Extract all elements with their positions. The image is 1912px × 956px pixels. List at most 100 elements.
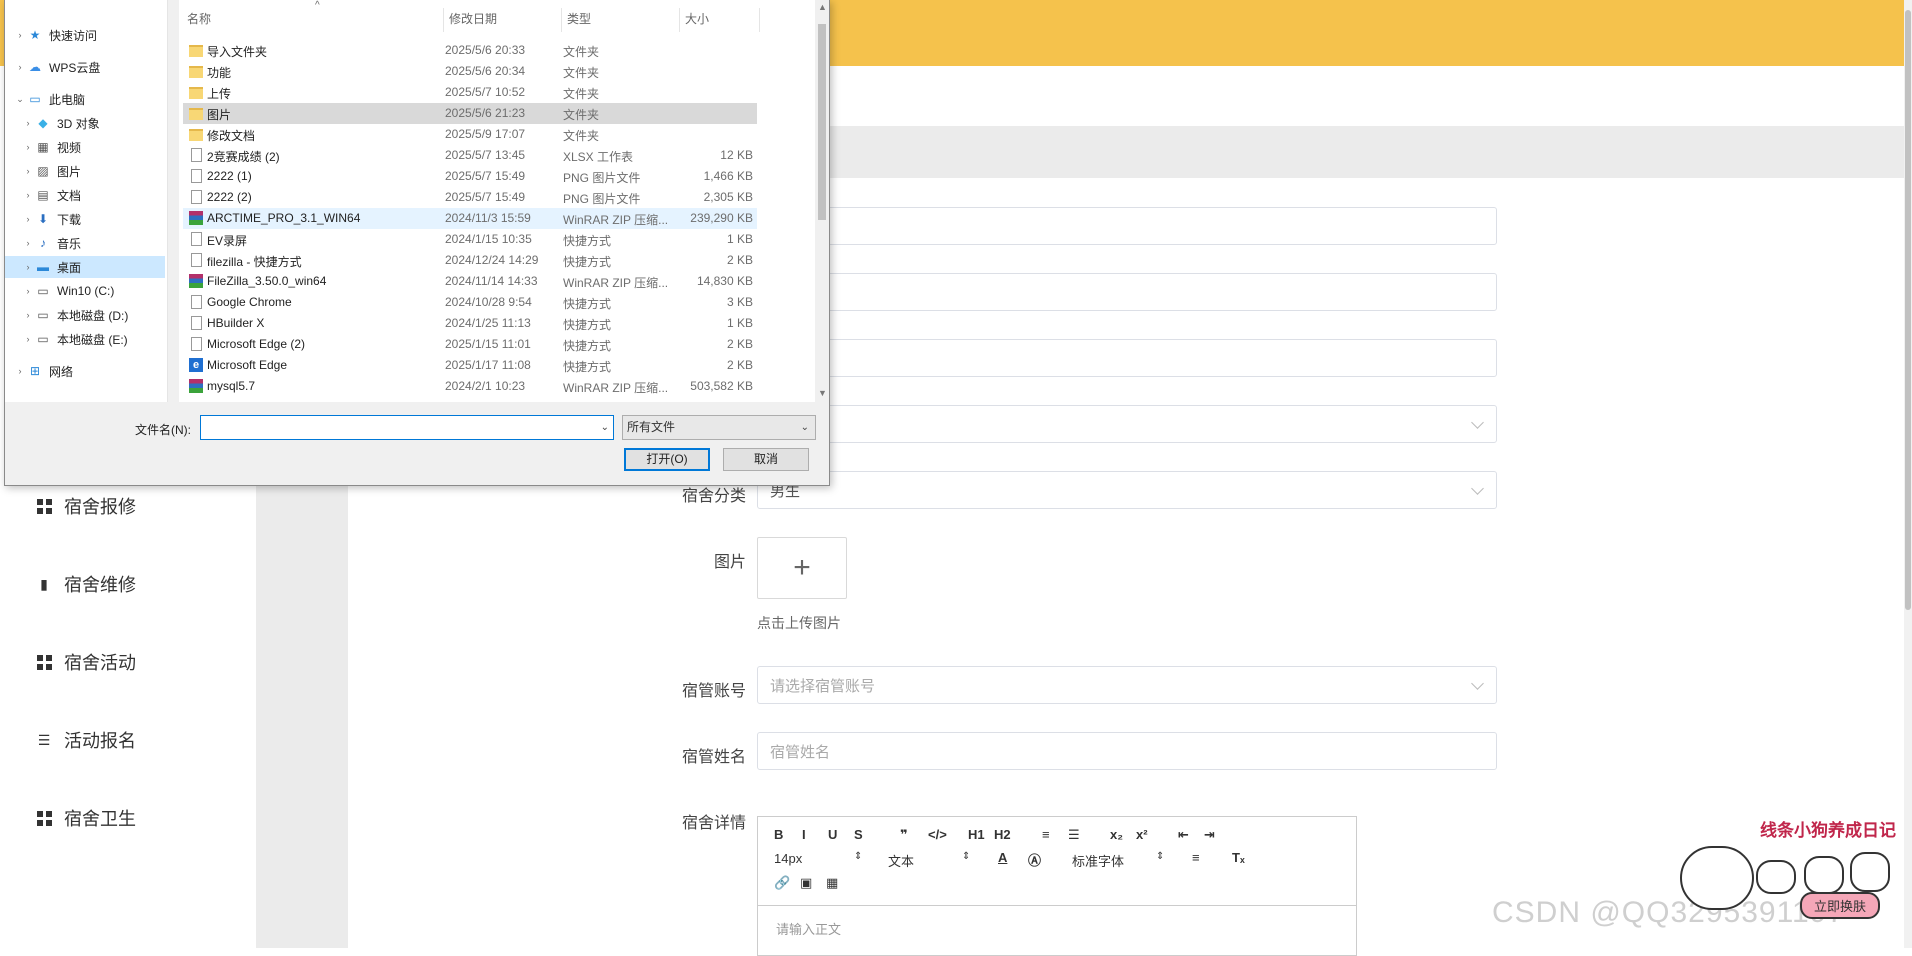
sidebar-item[interactable]: ☰ 活动报名 (36, 720, 136, 760)
file-row[interactable]: 修改文档 2025/5/9 17:07 文件夹 (183, 124, 757, 145)
form-field-3[interactable] (757, 339, 1497, 377)
subscript-icon[interactable]: x₂ (1110, 827, 1123, 842)
scroll-up-icon[interactable]: ▲ (818, 2, 827, 12)
file-row[interactable]: EV录屏 2024/1/15 10:35 快捷方式 1 KB (183, 229, 757, 250)
dorm-category-select[interactable]: 男生 (757, 471, 1497, 509)
file-row[interactable]: Google Chrome 2024/10/28 9:54 快捷方式 3 KB (183, 292, 757, 313)
form-field-1[interactable] (757, 207, 1497, 245)
editor-placeholder[interactable]: 请输入正文 (776, 919, 841, 938)
cancel-button[interactable]: 取消 (723, 448, 809, 471)
font-family-select[interactable]: 标准字体 (1072, 851, 1124, 870)
file-row[interactable]: 导入文件夹 2025/5/6 20:33 文件夹 (183, 40, 757, 61)
sidebar-item[interactable]: 宿舍活动 (36, 642, 136, 682)
chevron-right-icon[interactable]: › (21, 310, 35, 320)
column-header-date[interactable]: 修改日期 (449, 10, 497, 27)
manager-name-input[interactable]: 宿管姓名 (757, 732, 1497, 770)
column-separator[interactable] (759, 8, 760, 32)
nav-item[interactable]: › ▨ 图片 (5, 160, 165, 182)
manager-account-select[interactable]: 请选择宿管账号 (757, 666, 1497, 704)
file-row[interactable]: 2222 (1) 2025/5/7 15:49 PNG 图片文件 1,466 KB (183, 166, 757, 187)
column-separator[interactable] (561, 8, 562, 32)
file-row[interactable]: mysql5.7 2024/2/1 10:23 WinRAR ZIP 压缩... 50… (183, 376, 757, 397)
image-insert-icon[interactable]: ▣ (800, 875, 812, 891)
link-icon[interactable]: 🔗 (774, 875, 790, 891)
clear-format-icon[interactable]: Tₓ (1232, 850, 1245, 865)
file-row[interactable]: 2222 (2) 2025/5/7 15:49 PNG 图片文件 2,305 KB (183, 187, 757, 208)
nav-item[interactable]: › ▭ 本地磁盘 (E:) (5, 328, 165, 350)
heading2-icon[interactable]: H2 (994, 827, 1011, 842)
chevron-right-icon[interactable]: › (21, 166, 35, 176)
sidebar-item[interactable]: 宿舍报修 (36, 486, 136, 526)
column-header-type[interactable]: 类型 (567, 10, 591, 27)
text-style-select[interactable]: 文本 (888, 851, 914, 870)
chevron-right-icon[interactable]: › (21, 262, 35, 272)
background-color-icon[interactable]: Ⓐ (1028, 850, 1041, 869)
nav-item[interactable]: › ▬ 桌面 (5, 256, 165, 278)
chevron-right-icon[interactable]: › (21, 286, 35, 296)
chevron-right-icon[interactable]: › (21, 118, 35, 128)
file-row[interactable]: FileZilla_3.50.0_win64 2024/11/14 14:33 Wi… (183, 271, 757, 292)
page-scrollbar-thumb[interactable] (1905, 10, 1911, 610)
heading1-icon[interactable]: H1 (968, 827, 985, 842)
chevron-right-icon[interactable]: › (13, 30, 27, 40)
sidebar-item[interactable]: 宿舍卫生 (36, 798, 136, 838)
file-row[interactable]: 上传 2025/5/7 10:52 文件夹 (183, 82, 757, 103)
nav-item[interactable]: › ⊞ 网络 (5, 360, 165, 382)
file-row[interactable]: HBuilder X 2024/1/25 11:13 快捷方式 1 KB (183, 313, 757, 334)
filename-input[interactable]: ⌄ (200, 415, 614, 440)
column-separator[interactable] (679, 8, 680, 32)
nav-item[interactable]: ⌄ ▭ 此电脑 (5, 88, 165, 110)
nav-item[interactable]: › ◆ 3D 对象 (5, 112, 165, 134)
video-insert-icon[interactable]: ▦ (826, 875, 838, 891)
file-row[interactable]: ARCTIME_PRO_3.1_WIN64 2024/11/3 15:59 WinR… (183, 208, 757, 229)
form-field-2[interactable] (757, 273, 1497, 311)
open-button[interactable]: 打开(O) (624, 448, 710, 471)
column-header-name[interactable]: 名称 (187, 10, 211, 27)
indent-icon[interactable]: ⇥ (1204, 827, 1215, 843)
file-row[interactable]: 图片 2025/5/6 21:23 文件夹 (183, 103, 757, 124)
chevron-right-icon[interactable]: › (21, 214, 35, 224)
outdent-icon[interactable]: ⇤ (1178, 827, 1189, 843)
chevron-right-icon[interactable]: › (13, 62, 27, 72)
chevron-right-icon[interactable]: › (13, 366, 27, 376)
file-list-scroll-thumb[interactable] (818, 24, 826, 220)
chevron-right-icon[interactable]: › (21, 142, 35, 152)
align-icon[interactable]: ≡ (1192, 850, 1200, 865)
nav-item[interactable]: › ▭ Win10 (C:) (5, 280, 165, 302)
font-size-select[interactable]: 14px (774, 851, 802, 866)
nav-item[interactable]: › ☁ WPS云盘 (5, 56, 165, 78)
file-list-scrollbar[interactable]: ▲ ▼ (815, 0, 829, 402)
column-header-size[interactable]: 大小 (685, 10, 709, 27)
file-row[interactable]: 功能 2025/5/6 20:34 文件夹 (183, 61, 757, 82)
chevron-right-icon[interactable]: › (21, 238, 35, 248)
nav-item[interactable]: › ▦ 视频 (5, 136, 165, 158)
chevron-down-icon[interactable]: ⌄ (601, 416, 609, 439)
file-row[interactable]: filezilla - 快捷方式 2024/12/24 14:29 快捷方式 2 KB (183, 250, 757, 271)
strikethrough-icon[interactable]: S (854, 827, 863, 842)
column-separator[interactable] (443, 8, 444, 32)
rich-text-editor[interactable]: 14px ⇕ 文本 ⇕ A Ⓐ 标准字体 ⇕ ≡ Tₓ 🔗 ▣ ▦ 请输入正文 … (757, 816, 1357, 956)
nav-item[interactable]: › ▭ 本地磁盘 (D:) (5, 304, 165, 326)
skin-sticker[interactable]: 线条小狗养成日记 立即换肤 (1660, 810, 1904, 948)
ordered-list-icon[interactable]: ≡ (1042, 827, 1050, 842)
chevron-right-icon[interactable]: › (21, 334, 35, 344)
page-scrollbar[interactable] (1904, 0, 1912, 948)
file-row[interactable]: 2竞赛成绩 (2) 2025/5/7 13:45 XLSX 工作表 12 KB (183, 145, 757, 166)
nav-item[interactable]: › ▤ 文档 (5, 184, 165, 206)
file-row[interactable]: Microsoft Edge (2) 2025/1/15 11:01 快捷方式 2 K… (183, 334, 757, 355)
superscript-icon[interactable]: x² (1136, 827, 1148, 842)
scroll-down-icon[interactable]: ▼ (818, 388, 827, 398)
filetype-select[interactable]: 所有文件 ⌄ (622, 415, 816, 440)
font-color-icon[interactable]: A (998, 850, 1007, 865)
file-row[interactable]: e Microsoft Edge 2025/1/17 11:08 快捷方式 2 KB (183, 355, 757, 376)
chevron-down-icon[interactable]: ⌄ (13, 94, 27, 105)
chevron-right-icon[interactable]: › (21, 190, 35, 200)
image-upload-button[interactable]: + (757, 537, 847, 599)
bold-icon[interactable]: B (774, 827, 783, 842)
quote-icon[interactable]: ❞ (900, 827, 908, 843)
code-icon[interactable]: </> (928, 827, 947, 842)
nav-item[interactable]: › ⬇ 下载 (5, 208, 165, 230)
nav-item[interactable]: › ★ 快速访问 (5, 24, 165, 46)
italic-icon[interactable]: I (802, 827, 806, 842)
nav-item[interactable]: › ♪ 音乐 (5, 232, 165, 254)
